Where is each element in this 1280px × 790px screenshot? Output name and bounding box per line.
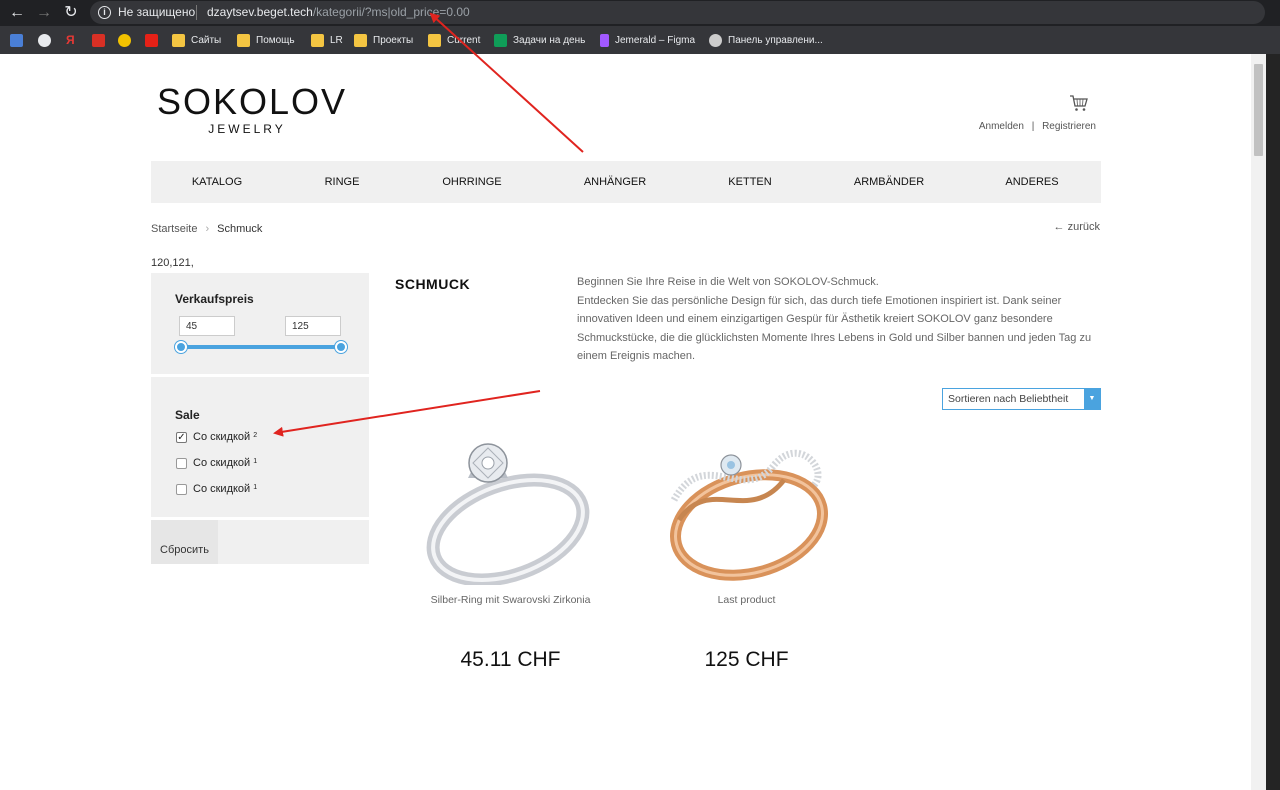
- sheets-icon: [494, 33, 507, 47]
- product-name[interactable]: Silber-Ring mit Swarovski Zirkonia: [393, 595, 628, 606]
- back-link[interactable]: ← zurück: [1054, 221, 1100, 233]
- nav-ohrringe[interactable]: OHRRINGE: [442, 176, 501, 188]
- gold-ring-image[interactable]: [649, 430, 849, 585]
- devtools-panel: [1266, 54, 1280, 790]
- forward-arrow-icon[interactable]: →: [34, 3, 54, 23]
- price-slider-min-handle[interactable]: [175, 341, 187, 353]
- price-filter-title: Verkaufspreis: [175, 292, 254, 306]
- sale-filter: Sale ✓ Со скидкой 2 Со скидкой 1 Со скидкой…: [151, 377, 369, 517]
- category-description: Beginnen Sie Ihre Reise in die Welt von …: [577, 273, 1092, 366]
- bookmark-sites[interactable]: Сайты: [172, 32, 221, 48]
- yandex-icon[interactable]: Я: [66, 32, 85, 48]
- sale-option[interactable]: Со скидкой 1: [176, 457, 257, 469]
- login-link[interactable]: Anmelden: [979, 121, 1024, 132]
- url-text[interactable]: dzaytsev.beget.tech/kategorii/?ms|old_pr…: [207, 5, 470, 19]
- smiley-icon[interactable]: [118, 32, 137, 48]
- nav-katalog[interactable]: KATALOG: [192, 176, 242, 188]
- bookmark-figma[interactable]: Jemerald – Figma: [600, 32, 695, 48]
- logo-tagline: JEWELRY: [208, 122, 286, 136]
- site-logo[interactable]: SOKOLOV JEWELRY: [157, 81, 348, 137]
- scrollbar-thumb[interactable]: [1254, 64, 1263, 156]
- category-intro: Beginnen Sie Ihre Reise in die Welt von …: [577, 276, 879, 288]
- sale-option[interactable]: ✓ Со скидкой 2: [176, 431, 257, 443]
- breadcrumb-home[interactable]: Startseite: [151, 223, 197, 235]
- github-icon[interactable]: [38, 32, 57, 48]
- security-label: Не защищено: [118, 5, 196, 19]
- bookmark-help[interactable]: Помощь: [237, 32, 295, 48]
- folder-icon: [428, 33, 441, 47]
- folder-icon: [311, 33, 324, 47]
- nav-ringe[interactable]: RINGE: [325, 176, 360, 188]
- reload-icon[interactable]: ↻: [61, 3, 81, 23]
- sort-select[interactable]: Sortieren nach Beliebtheit ▼: [942, 388, 1101, 410]
- main-navigation: KATALOG RINGE OHRRINGE ANHÄNGER KETTEN A…: [151, 161, 1101, 203]
- bookmark-current[interactable]: Current: [428, 32, 480, 48]
- price-slider-max-handle[interactable]: [335, 341, 347, 353]
- nav-ketten[interactable]: KETTEN: [728, 176, 771, 188]
- logo-wordmark: SOKOLOV: [157, 81, 348, 122]
- sort-selected-value: Sortieren nach Beliebtheit: [948, 393, 1069, 405]
- breadcrumb-current: Schmuck: [217, 223, 263, 235]
- option-count: 1: [253, 483, 258, 491]
- folder-icon: [172, 33, 185, 47]
- price-filter: Verkaufspreis: [151, 273, 369, 374]
- silver-ring-image[interactable]: [413, 430, 613, 585]
- debug-output: 120,121,: [151, 257, 194, 269]
- register-link[interactable]: Registrieren: [1042, 121, 1096, 132]
- nav-anderes[interactable]: ANDERES: [1005, 176, 1058, 188]
- reset-filter-area: Сбросить: [151, 520, 369, 564]
- category-body: Entdecken Sie das persönliche Design für…: [577, 294, 1092, 363]
- price-max-input[interactable]: [285, 316, 341, 336]
- product-name[interactable]: Last product: [629, 595, 864, 606]
- folder-icon: [354, 33, 367, 47]
- info-icon[interactable]: i: [98, 6, 111, 19]
- gmail-icon[interactable]: [92, 32, 111, 48]
- browser-toolbar: ← → ↻ i Не защищено dzaytsev.beget.tech/…: [0, 0, 1280, 26]
- nav-armbaender[interactable]: ARMBÄNDER: [854, 176, 924, 188]
- account-separator: |: [1031, 121, 1035, 132]
- address-bar[interactable]: i Не защищено dzaytsev.beget.tech/katego…: [90, 1, 1265, 24]
- bookmarks-bar: Я Сайты Помощь LR Проекты Current Задачи…: [0, 26, 1280, 54]
- cart-icon[interactable]: [1069, 94, 1089, 112]
- folder-icon: [237, 33, 250, 47]
- price-slider-track[interactable]: [181, 345, 341, 349]
- breadcrumb: Startseite › Schmuck: [151, 223, 262, 235]
- nav-anhaenger[interactable]: ANHÄNGER: [584, 176, 646, 188]
- option-count: 1: [253, 457, 258, 465]
- account-links: Anmelden | Registrieren: [979, 121, 1096, 132]
- product-price: 45.11 CHF: [460, 648, 561, 671]
- sale-option[interactable]: Со скидкой 1: [176, 483, 257, 495]
- youtube-icon[interactable]: [145, 32, 164, 48]
- checkbox[interactable]: [176, 457, 187, 469]
- bookmark-projects[interactable]: Проекты: [354, 32, 413, 48]
- url-divider: [196, 5, 197, 20]
- page-scrollbar[interactable]: [1251, 54, 1266, 790]
- chevron-down-icon[interactable]: ▼: [1084, 389, 1100, 409]
- checkbox[interactable]: [176, 483, 187, 495]
- sale-filter-title: Sale: [175, 408, 200, 422]
- option-count: 2: [253, 431, 258, 439]
- url-path: /kategorii/?ms|old_price=0.00: [312, 5, 470, 19]
- url-host: dzaytsev.beget.tech: [207, 5, 313, 19]
- chevron-right-icon: ›: [205, 223, 210, 235]
- bookmark-control-panel[interactable]: Панель управлени...: [709, 32, 823, 48]
- product-price: 125 CHF: [704, 648, 789, 671]
- translate-icon[interactable]: [10, 32, 29, 48]
- globe-icon: [709, 33, 722, 47]
- figma-icon: [600, 33, 609, 47]
- price-min-input[interactable]: [179, 316, 235, 336]
- bookmark-lr[interactable]: LR: [311, 32, 343, 48]
- reset-button[interactable]: Сбросить: [151, 520, 218, 564]
- back-arrow-icon[interactable]: ←: [7, 3, 27, 23]
- category-title: SCHMUCK: [395, 276, 471, 292]
- bookmark-daily-tasks[interactable]: Задачи на день: [494, 32, 585, 48]
- checkbox-checked[interactable]: ✓: [176, 431, 187, 443]
